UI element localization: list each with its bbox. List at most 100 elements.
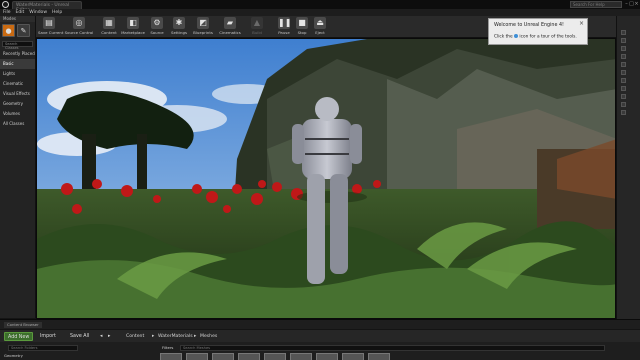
tooltip-body: Click the icon for a tour of the tools.: [494, 34, 582, 40]
mode-icons: ● ✎: [0, 22, 35, 39]
clapperboard-icon: ▰: [224, 17, 236, 29]
close-icon[interactable]: ×: [634, 1, 639, 7]
content-browser-toolbar: Add New Import Save All ◂ ▸ Content ▸ Wa…: [0, 329, 640, 342]
category-visual-effects[interactable]: Visual Effects: [0, 89, 35, 99]
visibility-icon[interactable]: [621, 46, 626, 51]
blueprints-label: Blueprints: [193, 30, 213, 35]
back-icon[interactable]: ◂: [100, 332, 102, 341]
pause-button[interactable]: ❚❚ Pause: [276, 16, 292, 38]
search-classes-input[interactable]: Search Classes: [2, 41, 33, 50]
category-geometry[interactable]: Geometry: [0, 99, 35, 109]
viewport-scene: [37, 39, 615, 318]
eject-button[interactable]: ⏏ Eject: [312, 16, 328, 38]
stop-icon: ■: [296, 17, 308, 29]
category-basic[interactable]: Basic: [0, 59, 35, 69]
asset-thumbnail[interactable]: [160, 353, 182, 360]
source-control-icon: ◎: [73, 17, 85, 29]
asset-thumbnail[interactable]: [186, 353, 208, 360]
save-current-button[interactable]: ▤ Save Current: [38, 16, 64, 38]
help-search-input[interactable]: Search For Help: [570, 1, 622, 8]
visibility-icon[interactable]: [621, 86, 626, 91]
asset-thumbnail[interactable]: [264, 353, 286, 360]
asset-thumbnail[interactable]: [212, 353, 234, 360]
visibility-icon[interactable]: [621, 70, 626, 75]
visibility-icon[interactable]: [621, 38, 626, 43]
asset-thumbnail[interactable]: [238, 353, 260, 360]
breadcrumb-separator: ▸: [152, 334, 155, 339]
gear-icon: ⚙: [151, 17, 163, 29]
asset-thumbnail[interactable]: [316, 353, 338, 360]
visibility-icon[interactable]: [621, 54, 626, 59]
visibility-icon[interactable]: [621, 94, 626, 99]
title-bar: WaterMaterials - Unreal Editor Search Fo…: [0, 0, 640, 13]
build-button[interactable]: ▲ Build: [248, 16, 266, 38]
visibility-icon[interactable]: [621, 110, 626, 115]
content-browser-body: Search Folders Geometry Filters Search M…: [0, 343, 640, 360]
asset-thumbnail[interactable]: [368, 353, 390, 360]
forward-icon[interactable]: ▸: [108, 332, 110, 341]
folder-item[interactable]: Geometry: [4, 353, 23, 358]
place-mode-icon[interactable]: ●: [2, 24, 15, 37]
menu-help[interactable]: Help: [52, 10, 62, 15]
level-viewport[interactable]: [36, 38, 616, 319]
blueprints-icon: ◩: [197, 17, 209, 29]
cinematics-button[interactable]: ▰ Cinematics: [218, 16, 242, 38]
eject-label: Eject: [315, 30, 325, 35]
tooltip-close-icon[interactable]: ×: [579, 20, 584, 27]
menu-file[interactable]: File: [3, 10, 11, 15]
breadcrumb-meshes[interactable]: Meshes: [200, 332, 217, 341]
menu-bar: File Edit Window Help: [0, 9, 640, 16]
place-categories: Recently Placed Basic Lights Cinematic V…: [0, 49, 35, 129]
category-all-classes[interactable]: All Classes: [0, 119, 35, 129]
main-toolbar: ▤ Save Current ◎ Source Control ▦ Conten…: [36, 16, 640, 45]
build-icon: ▲: [251, 17, 263, 29]
content-browser-tab[interactable]: Content Browser: [4, 322, 42, 328]
modes-panel: Modes ● ✎ Search Classes Recently Placed…: [0, 16, 36, 318]
category-cinematic[interactable]: Cinematic: [0, 79, 35, 89]
asset-search-input[interactable]: Search Meshes: [180, 345, 605, 351]
settings-button[interactable]: ✱ Settings: [170, 16, 188, 38]
marketplace-button[interactable]: ◧ Marketplace: [120, 16, 146, 38]
visibility-icon[interactable]: [621, 62, 626, 67]
visibility-icon[interactable]: [621, 78, 626, 83]
settings-icon: ✱: [173, 17, 185, 29]
stop-button[interactable]: ■ Stop: [294, 16, 310, 38]
asset-thumbnail[interactable]: [342, 353, 364, 360]
content-browser: Content Browser Add New Import Save All …: [0, 319, 640, 360]
asset-thumbnail[interactable]: [290, 353, 312, 360]
breadcrumb-watermaterials[interactable]: WaterMaterials: [158, 332, 193, 341]
tooltip-title: Welcome to Unreal Engine 4!: [494, 23, 564, 28]
tutorial-icon[interactable]: [514, 34, 519, 38]
source-button[interactable]: ⚙ Source: [148, 16, 166, 38]
stop-label: Stop: [297, 30, 307, 35]
source-control-label: Source Control: [64, 30, 94, 35]
content-icon: ▦: [103, 17, 115, 29]
eject-icon: ⏏: [314, 17, 326, 29]
blueprints-button[interactable]: ◩ Blueprints: [192, 16, 214, 38]
level-tab[interactable]: WaterMaterials - Unreal Editor: [12, 1, 82, 13]
category-volumes[interactable]: Volumes: [0, 109, 35, 119]
add-new-button[interactable]: Add New: [4, 332, 34, 341]
cinematics-label: Cinematics: [219, 30, 241, 35]
settings-label: Settings: [171, 30, 187, 35]
filters-button[interactable]: Filters: [162, 345, 173, 351]
category-lights[interactable]: Lights: [0, 69, 35, 79]
welcome-tooltip: Welcome to Unreal Engine 4! Click the ic…: [488, 18, 588, 45]
visibility-icon[interactable]: [621, 102, 626, 107]
category-recently-placed[interactable]: Recently Placed: [0, 49, 35, 59]
source-control-button[interactable]: ◎ Source Control: [62, 16, 96, 38]
folder-search-input[interactable]: Search Folders: [8, 345, 78, 351]
save-icon: ▤: [43, 17, 55, 29]
paint-mode-icon[interactable]: ✎: [17, 24, 30, 37]
breadcrumb-content[interactable]: Content: [126, 332, 144, 341]
world-outliner-panel: [616, 16, 640, 319]
import-button[interactable]: Import: [40, 332, 56, 341]
menu-edit[interactable]: Edit: [16, 10, 25, 15]
save-current-label: Save Current: [38, 30, 64, 35]
save-all-button[interactable]: Save All: [70, 332, 89, 341]
marketplace-label: Marketplace: [121, 30, 145, 35]
visibility-icon[interactable]: [621, 30, 626, 35]
menu-window[interactable]: Window: [29, 10, 47, 15]
build-label: Build: [252, 30, 262, 35]
content-button[interactable]: ▦ Content: [100, 16, 118, 38]
